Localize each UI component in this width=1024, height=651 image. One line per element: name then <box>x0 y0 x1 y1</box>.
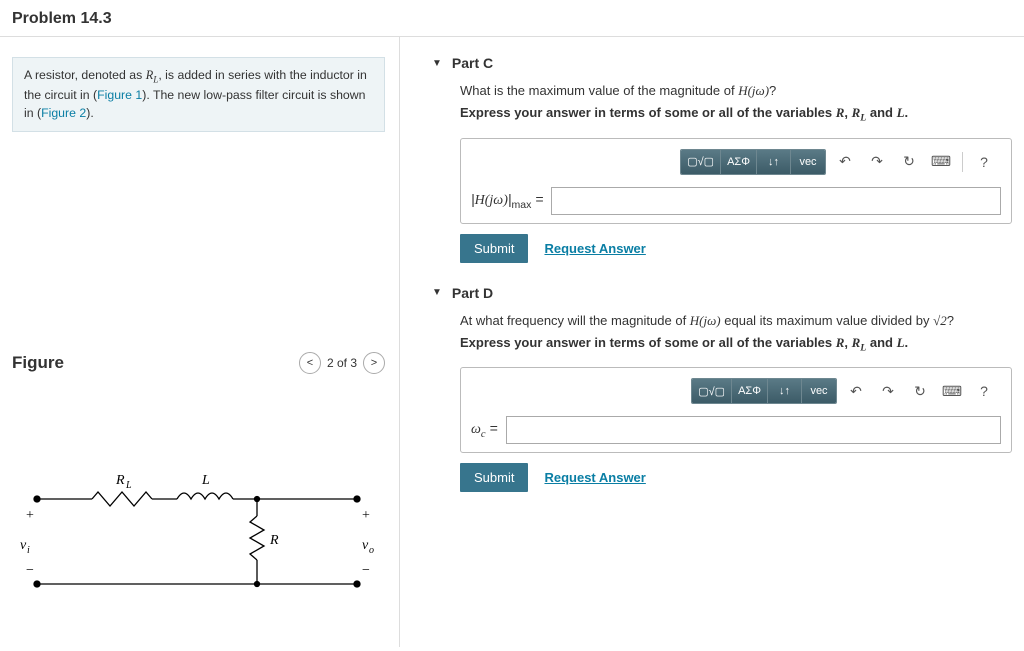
subsup-button[interactable]: ↓↑ <box>757 150 791 174</box>
keyboard-button[interactable]: ⌨ <box>939 379 965 403</box>
svg-text:R: R <box>269 533 279 548</box>
part-d-answer-box: ▢√▢ ΑΣΦ ↓↑ vec ↶ ↷ ↻ ⌨ ? ωc = <box>460 367 1012 453</box>
svg-text:v: v <box>362 538 369 553</box>
part-d-instruction: Express your answer in terms of some or … <box>460 335 1012 354</box>
help-button[interactable]: ? <box>971 150 997 174</box>
part-d-request-answer-link[interactable]: Request Answer <box>544 470 645 485</box>
collapse-icon: ▼ <box>432 58 442 69</box>
collapse-icon: ▼ <box>432 287 442 298</box>
part-c-question: What is the maximum value of the magnitu… <box>460 83 1012 99</box>
part-c-submit-button[interactable]: Submit <box>460 234 528 263</box>
problem-intro: A resistor, denoted as RL, is added in s… <box>12 57 385 132</box>
redo-button[interactable]: ↷ <box>864 150 890 174</box>
vec-button[interactable]: vec <box>802 379 836 403</box>
figure-prev-button[interactable]: < <box>299 352 321 374</box>
svg-text:−: − <box>26 563 34 578</box>
figure-next-button[interactable]: > <box>363 352 385 374</box>
undo-button[interactable]: ↶ <box>832 150 858 174</box>
reset-button[interactable]: ↻ <box>896 150 922 174</box>
redo-button[interactable]: ↷ <box>875 379 901 403</box>
figure-header: Figure < 2 of 3 > <box>12 352 385 374</box>
left-panel: A resistor, denoted as RL, is added in s… <box>0 37 400 647</box>
part-c-answer-row: |H(jω)|max = <box>471 187 1001 215</box>
problem-title: Problem 14.3 <box>12 10 1012 28</box>
figure-nav: < 2 of 3 > <box>299 352 385 374</box>
intro-seg-4: ). <box>86 106 94 120</box>
reset-button[interactable]: ↻ <box>907 379 933 403</box>
part-c-header[interactable]: ▼ Part C <box>432 55 1012 71</box>
part-d: ▼ Part D At what frequency will the magn… <box>432 285 1012 493</box>
greek-button[interactable]: ΑΣΦ <box>732 379 768 403</box>
part-d-submit-button[interactable]: Submit <box>460 463 528 492</box>
figure-counter: 2 of 3 <box>327 356 357 370</box>
greek-button[interactable]: ΑΣΦ <box>721 150 757 174</box>
part-d-title: Part D <box>452 285 493 301</box>
svg-text:L: L <box>201 473 210 488</box>
svg-text:v: v <box>20 538 27 553</box>
svg-text:+: + <box>26 508 34 523</box>
part-d-header[interactable]: ▼ Part D <box>432 285 1012 301</box>
part-d-button-row: Submit Request Answer <box>460 463 1012 492</box>
main-layout: A resistor, denoted as RL, is added in s… <box>0 37 1024 647</box>
undo-button[interactable]: ↶ <box>843 379 869 403</box>
toolbar-separator <box>962 152 963 172</box>
part-c-toolbar: ▢√▢ ΑΣΦ ↓↑ vec ↶ ↷ ↻ ⌨ ? <box>471 149 1001 175</box>
templates-button[interactable]: ▢√▢ <box>692 379 732 403</box>
figure-2-link[interactable]: Figure 2 <box>41 106 86 120</box>
part-c-answer-box: ▢√▢ ΑΣΦ ↓↑ vec ↶ ↷ ↻ ⌨ ? |H(jω)|max = <box>460 138 1012 224</box>
svg-text:o: o <box>369 545 374 556</box>
vec-button[interactable]: vec <box>791 150 825 174</box>
circuit-diagram: RL L R vi vo + − + − <box>12 464 382 604</box>
part-d-answer-label: ωc = <box>471 420 498 440</box>
part-c-instruction: Express your answer in terms of some or … <box>460 105 1012 124</box>
part-d-toolbar: ▢√▢ ΑΣΦ ↓↑ vec ↶ ↷ ↻ ⌨ ? <box>471 378 1001 404</box>
part-d-question: At what frequency will the magnitude of … <box>460 313 1012 329</box>
templates-button[interactable]: ▢√▢ <box>681 150 721 174</box>
intro-RL: RL <box>146 68 159 82</box>
svg-text:L: L <box>125 480 132 491</box>
page-header: Problem 14.3 <box>0 0 1024 37</box>
part-c-answer-label: |H(jω)|max = <box>471 191 543 211</box>
right-panel: ▼ Part C What is the maximum value of th… <box>400 37 1024 647</box>
part-c-request-answer-link[interactable]: Request Answer <box>544 241 645 256</box>
figure-1-link[interactable]: Figure 1 <box>97 88 142 102</box>
figure-label: Figure <box>12 353 64 373</box>
keyboard-button[interactable]: ⌨ <box>928 150 954 174</box>
intro-seg-1: A resistor, denoted as <box>24 68 146 82</box>
svg-text:+: + <box>362 508 370 523</box>
part-d-answer-input[interactable] <box>506 416 1001 444</box>
svg-text:R: R <box>115 473 125 488</box>
svg-text:−: − <box>362 563 370 578</box>
part-c-answer-input[interactable] <box>551 187 1001 215</box>
part-c: ▼ Part C What is the maximum value of th… <box>432 55 1012 263</box>
part-c-title: Part C <box>452 55 493 71</box>
part-d-answer-row: ωc = <box>471 416 1001 444</box>
part-c-button-row: Submit Request Answer <box>460 234 1012 263</box>
svg-text:i: i <box>27 545 30 556</box>
subsup-button[interactable]: ↓↑ <box>768 379 802 403</box>
help-button[interactable]: ? <box>971 379 997 403</box>
